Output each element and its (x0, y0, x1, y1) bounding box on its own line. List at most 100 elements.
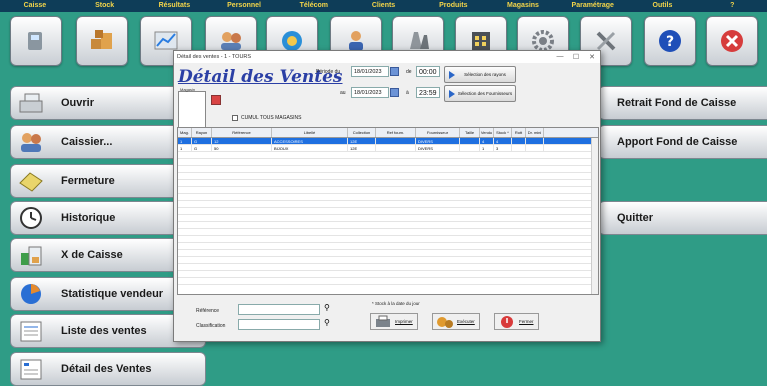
column-header[interactable]: Collection (348, 128, 376, 137)
execute-gears-icon (437, 316, 453, 328)
reference-label: Référence (196, 308, 220, 314)
empty-row (178, 208, 598, 215)
empty-row (178, 222, 598, 229)
menu-stock[interactable]: Stock (70, 0, 140, 12)
historique-label: Historique (61, 212, 116, 224)
classification-search-icon[interactable]: ⚲ (324, 318, 336, 330)
apport-label: Apport Fond de Caisse (617, 136, 738, 148)
reference-input[interactable] (238, 304, 320, 315)
dialog-titlebar: Détail des ventes - 1 - TOURS — ☐ ✕ (174, 51, 600, 63)
close-label: Fermer (519, 319, 534, 324)
time-from-input[interactable]: 00:00 (416, 66, 440, 77)
column-header[interactable]: Rott (512, 128, 526, 137)
empty-row (178, 166, 598, 173)
table-cell: 12E (348, 145, 376, 151)
column-header[interactable]: Rayon (192, 128, 212, 137)
date-to-input[interactable]: 18/01/2023 (351, 87, 389, 98)
exit-icon (721, 30, 743, 52)
table-cell (460, 138, 480, 144)
select-rayons-label: Sélection des rayons (464, 72, 506, 77)
execute-label: Exécuter (457, 319, 475, 324)
toolbar-caisse-button[interactable] (10, 16, 62, 66)
detail-des-ventes-button[interactable]: Détail des Ventes (10, 352, 206, 386)
table-cell (376, 145, 416, 151)
date-from-input[interactable]: 18/01/2023 (351, 66, 389, 77)
empty-row (178, 264, 598, 271)
select-rayons-button[interactable]: Sélection des rayons (444, 66, 516, 83)
toolbar-help-button[interactable]: ? (644, 16, 696, 66)
close-button[interactable]: Fermer (494, 313, 539, 330)
cumul-checkbox[interactable]: CUMUL TOUS MAGASINS (232, 115, 301, 121)
classification-input[interactable] (238, 319, 320, 330)
time-to-input[interactable]: 23:59 (416, 87, 440, 98)
toolbar-stock-button[interactable] (76, 16, 128, 66)
period-label: Période du (316, 69, 341, 75)
calendar-to-icon[interactable] (390, 88, 399, 97)
x-report-icon (21, 246, 42, 266)
store-picker-icon[interactable] (211, 95, 221, 105)
cashier-users-icon (21, 133, 41, 152)
column-header[interactable]: Dr. mini (526, 128, 544, 137)
column-header[interactable]: Libellé (272, 128, 348, 137)
table-cell: 1 (480, 145, 494, 151)
reference-search-icon[interactable]: ⚲ (324, 303, 336, 315)
close-icon[interactable]: ✕ (584, 53, 600, 61)
svg-text:?: ? (666, 34, 674, 50)
table-cell: 1 (178, 145, 192, 151)
checkbox-icon (232, 115, 238, 121)
sales-grid[interactable]: Mag. Rayon Référence Libellé Collection Ref f… (177, 127, 599, 295)
select-fournisseurs-button[interactable]: Sélection des Fournisseurs (444, 85, 516, 102)
column-header[interactable]: Taille (460, 128, 480, 137)
print-button[interactable]: Imprimer (370, 313, 418, 330)
table-cell (512, 145, 526, 151)
apport-fond-de-caisse-button[interactable]: Apport Fond de Caisse (598, 125, 767, 159)
table-cell (526, 138, 544, 144)
menu-help[interactable]: ? (697, 0, 767, 12)
column-header[interactable]: Stock * (494, 128, 512, 137)
toolbar-exit-button[interactable] (706, 16, 758, 66)
table-row[interactable]: 1 G 50 BIJOUX 12E DIVERS 1 3 (178, 145, 598, 152)
caissier-label: Caissier... (61, 136, 113, 148)
execute-button[interactable]: Exécuter (432, 313, 480, 330)
grid-scrollbar[interactable] (591, 138, 598, 294)
maximize-icon[interactable]: ☐ (568, 53, 584, 61)
menu-outils[interactable]: Outils (628, 0, 698, 12)
menu-magasins[interactable]: Magasins (488, 0, 558, 12)
table-cell (376, 138, 416, 144)
table-cell: DIVERS (416, 145, 460, 151)
grid-body: 1 G 12 ACCESSOIRES 12E DIVERS 4 4 1 G 50 BIJOUX 12E D… (178, 138, 598, 285)
retrait-fond-de-caisse-button[interactable]: Retrait Fond de Caisse (598, 86, 767, 120)
register-icon (28, 32, 42, 50)
column-header[interactable]: Ref fourn. (376, 128, 416, 137)
table-cell: ACCESSOIRES (272, 138, 348, 144)
quitter-label: Quitter (617, 212, 654, 224)
empty-row (178, 257, 598, 264)
empty-row (178, 278, 598, 285)
menu-parametrage[interactable]: Paramétrage (558, 0, 628, 12)
retrait-label: Retrait Fond de Caisse (617, 97, 737, 109)
empty-row (178, 236, 598, 243)
pie-chart-icon (21, 284, 41, 304)
table-row[interactable]: 1 G 12 ACCESSOIRES 12E DIVERS 4 4 (178, 138, 598, 145)
column-header[interactable]: Mag. (178, 128, 192, 137)
menu-clients[interactable]: Clients (349, 0, 419, 12)
menu-caisse[interactable]: Caisse (0, 0, 70, 12)
menu-resultats[interactable]: Résultats (139, 0, 209, 12)
minimize-icon[interactable]: — (552, 53, 568, 61)
column-header[interactable]: Vendu (480, 128, 494, 137)
photo-label: Magasin (180, 87, 196, 92)
table-cell: 4 (494, 138, 512, 144)
quitter-button[interactable]: Quitter (598, 201, 767, 235)
detail-ventes-dialog: Détail des ventes - 1 - TOURS — ☐ ✕ Déta… (173, 50, 601, 342)
column-header[interactable]: Référence (212, 128, 272, 137)
menu-personnel[interactable]: Personnel (209, 0, 279, 12)
calendar-from-icon[interactable] (390, 67, 399, 76)
sales-list-icon (20, 321, 42, 342)
menu-produits[interactable]: Produits (418, 0, 488, 12)
table-cell (512, 138, 526, 144)
empty-row (178, 215, 598, 222)
table-cell: G (192, 138, 212, 144)
closing-ticket-icon (19, 172, 43, 192)
menu-telecom[interactable]: Télécom (279, 0, 349, 12)
column-header[interactable]: Fournisseur (416, 128, 460, 137)
